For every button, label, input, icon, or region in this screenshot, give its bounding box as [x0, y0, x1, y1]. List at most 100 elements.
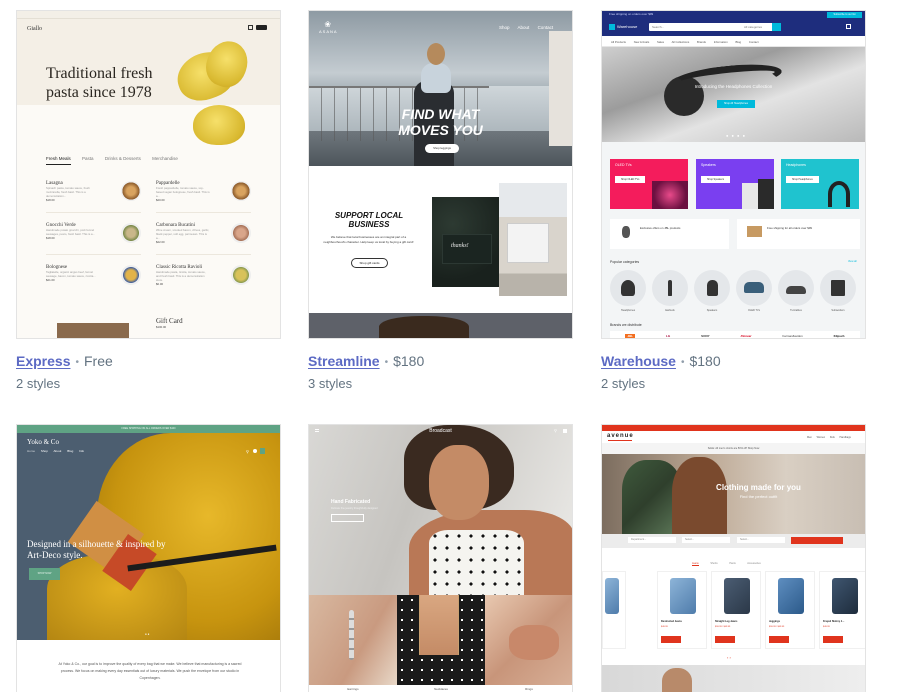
subscribe-button: Subscribe to our list: [827, 12, 862, 18]
preview-logo: Giallo: [27, 26, 42, 32]
headphones-image: [828, 181, 850, 207]
category-label: OLED TVs: [748, 309, 760, 312]
preview-topbar: [602, 425, 865, 431]
necklace-image: [419, 595, 459, 655]
sale-bar: SALE: All men's shorts are 50% off! Shop…: [602, 443, 865, 454]
menu-item: Classic Ricotta Ravioli Handmade pasta, …: [156, 265, 206, 286]
tab-pasta: Pasta: [82, 156, 94, 161]
tab-fresh-meals: Fresh Meals: [46, 156, 71, 165]
search-button: [791, 537, 843, 544]
theme-meta: Warehouse • $180 2 styles: [601, 351, 866, 394]
hero-subtitle: Find the perfect outfit: [739, 494, 778, 499]
lotus-icon: ❀: [324, 20, 333, 29]
speaker-icon: [622, 226, 630, 238]
theme-meta: Express • Free 2 styles: [16, 351, 281, 394]
model-image: [379, 316, 469, 338]
billboard-image: [507, 223, 549, 263]
search-icon: [772, 23, 781, 31]
cart-icon: [248, 25, 253, 30]
quick-shop-button: [769, 636, 789, 643]
category-circle: [694, 270, 730, 306]
category-circle: [736, 270, 772, 306]
section-title: SUPPORT LOCAL BUSINESS: [334, 211, 404, 229]
gift-card-image: [57, 323, 129, 338]
preview-subtext: Delicate fine jewelry thoughtfully desig…: [331, 507, 378, 510]
preview-hero-button: Shop leggings: [425, 144, 459, 153]
carousel-arrows: ‹ ›: [727, 655, 731, 660]
theme-link-streamline[interactable]: Streamline: [308, 353, 380, 369]
menu-item: Bolognese Tagliatelle, organic angus bee…: [46, 265, 96, 282]
brand-logo: LG: [666, 333, 671, 338]
preview-logo: Broadcast: [429, 428, 452, 434]
preview-hero: [602, 47, 865, 142]
category-circle: [778, 270, 814, 306]
announcement-bar: [17, 11, 280, 19]
category-label: Necklaces: [434, 687, 448, 691]
model-image: [429, 445, 489, 520]
category-label: Subwoofers: [831, 309, 845, 312]
preview-logo: Yoko & Co: [27, 438, 59, 446]
menu-item: Lasagna Spinach pasta, tomato sauce, fre…: [46, 181, 90, 202]
theme-preview-streamline[interactable]: ❀ ASANA Shop About Contact FIND WHAT MOV…: [308, 10, 573, 339]
jeans-image: [670, 578, 696, 614]
preview-headline: Hand Fabricated: [331, 499, 371, 505]
menu-item: Pappardelle Fresh pappardelle, tomato sa…: [156, 181, 210, 202]
view-all-link: View all: [848, 260, 857, 263]
logo-underline: [608, 440, 632, 441]
category-circle: [610, 270, 646, 306]
hero-button: Shop All Headphones: [717, 100, 755, 108]
theme-meta: Streamline • $180 3 styles: [308, 351, 573, 394]
section-title: Popular categories: [610, 260, 640, 264]
tab-drinks: Drinks & Desserts: [104, 156, 141, 161]
theme-price: $180: [689, 353, 721, 369]
category-label: Earbuds: [665, 309, 675, 312]
theme-preview-broadcast[interactable]: Broadcast ⚲ Hand Fabricated Delicate fin…: [308, 424, 573, 692]
speaker-image: [742, 183, 758, 209]
cart-icon: [260, 448, 265, 454]
theme-preview-avenue[interactable]: avenue Men Women Kids Handbags SALE: All…: [601, 424, 866, 692]
section-text: We believe that local businesses are an …: [323, 235, 414, 244]
theme-link-warehouse[interactable]: Warehouse: [601, 353, 676, 369]
flower-image: [652, 181, 688, 209]
preview-search: Search... All categories: [649, 23, 777, 31]
category-circle: [820, 270, 856, 306]
quick-shop-button: [823, 636, 843, 643]
theme-styles-count: 3 styles: [308, 376, 353, 391]
search-icon: ⚲: [246, 449, 249, 454]
preview-topbar: FREE SHIPPING ON ALL ORDERS OVER $100: [17, 425, 280, 433]
filter-select: Select...: [737, 537, 785, 543]
preview-logo: Warehouse: [617, 24, 638, 29]
jeans-image: [832, 578, 858, 614]
category-label: Earrings: [347, 687, 359, 691]
filter-select: Select...: [682, 537, 730, 543]
theme-price: $180: [393, 353, 425, 369]
preview-nav: Men Women Kids Handbags: [807, 436, 851, 439]
food-image: [231, 181, 251, 201]
brand-logo: Klipsch: [833, 333, 845, 338]
food-image: [121, 265, 141, 285]
category-label: Rings: [525, 687, 533, 691]
carousel-dots: ● ●: [145, 632, 150, 636]
divider: [156, 254, 251, 255]
food-image: [231, 265, 251, 285]
menu-item: Carbonara Bucatini Wine cream, smoked ba…: [156, 223, 210, 244]
runner-image: [427, 43, 445, 65]
gift-card-item: Gift Card $100.00: [156, 317, 183, 329]
preview-logo: avenue: [607, 433, 634, 439]
preview-nav: Home Shop About Blog Info: [27, 449, 85, 453]
brand-logo: JBL: [625, 333, 636, 338]
theme-link-express[interactable]: Express: [16, 353, 70, 369]
menu-item: Gnocchi Verde Handmade potato gnocchi, p…: [46, 223, 95, 240]
theme-preview-yoko[interactable]: FREE SHIPPING ON ALL ORDERS OVER $100 Yo…: [16, 424, 281, 692]
preview-headline: FIND WHAT MOVES YOU: [398, 106, 483, 138]
theme-preview-express[interactable]: Giallo Traditional fresh pasta since 197…: [16, 10, 281, 339]
product-card: Destructed Jeans $49.99: [657, 571, 707, 649]
theme-styles-count: 2 styles: [16, 376, 61, 391]
quick-shop-button: [661, 636, 681, 643]
model-image: [429, 530, 524, 595]
preview-headline: Traditional fresh pasta since 1978: [46, 65, 153, 101]
logo-icon: [609, 24, 615, 30]
preview-body: [17, 105, 280, 338]
theme-preview-warehouse[interactable]: Free shipping on orders over $99 Subscri…: [601, 10, 866, 339]
carousel-dots: ● ● ● ●: [726, 133, 746, 138]
